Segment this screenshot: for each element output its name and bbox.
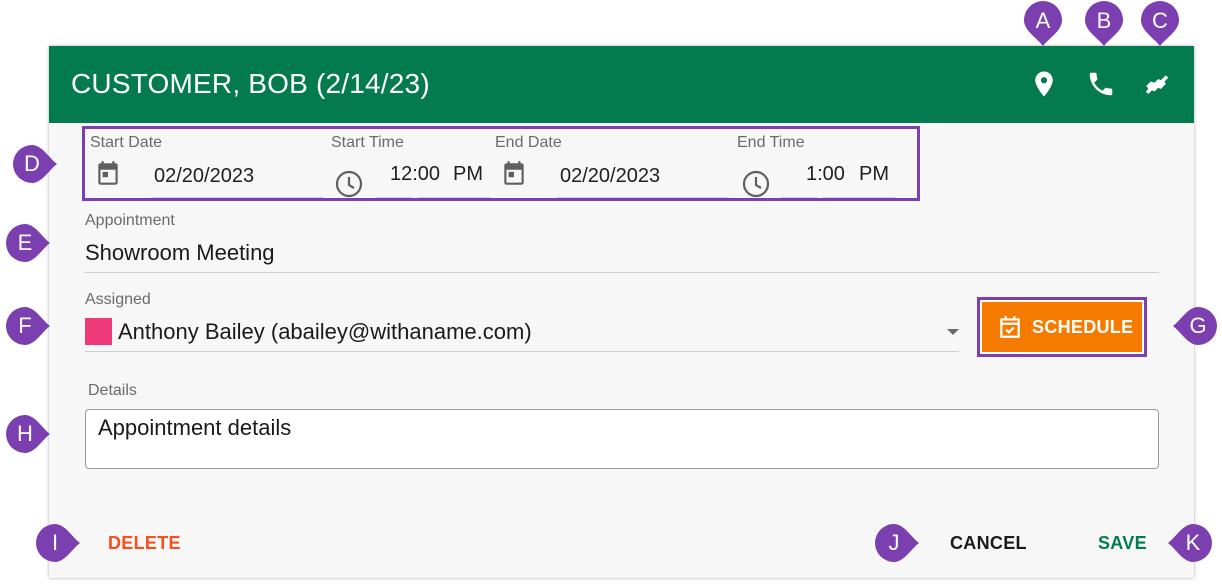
callout-letter: K	[1185, 530, 1201, 555]
schedule-button[interactable]: SCHEDULE	[982, 302, 1142, 352]
end-ampm-select[interactable]: PM	[859, 163, 889, 186]
appointment-underline	[85, 272, 1159, 273]
assigned-label: Assigned	[85, 291, 151, 308]
details-label: Details	[88, 382, 137, 399]
callout-g: G	[1170, 301, 1220, 351]
callout-letter: D	[24, 151, 40, 176]
end-date-underline	[557, 197, 729, 198]
end-date-label: End Date	[495, 134, 562, 151]
callout-letter: B	[1096, 8, 1112, 33]
callout-b: B	[1079, 0, 1129, 50]
chevron-down-icon[interactable]	[947, 329, 959, 335]
start-time-label: Start Time	[331, 134, 404, 151]
assignee-color-swatch	[85, 318, 112, 345]
clock-icon[interactable]	[334, 169, 364, 204]
start-date-label: Start Date	[90, 134, 163, 151]
callout-letter: H	[17, 421, 33, 446]
callout-letter: E	[17, 230, 33, 255]
details-textarea[interactable]: Appointment details	[85, 409, 1159, 469]
handshake-icon[interactable]	[1142, 69, 1172, 99]
end-ampm-underline	[823, 197, 895, 198]
callout-letter: G	[1189, 313, 1207, 338]
end-date-input[interactable]: 02/20/2023	[560, 165, 660, 188]
callout-j: J	[872, 518, 922, 568]
callout-letter: C	[1152, 8, 1168, 33]
calendar-icon[interactable]	[95, 160, 121, 193]
callout-letter: F	[18, 313, 32, 338]
end-time-label: End Time	[737, 134, 805, 151]
callout-c: C	[1135, 0, 1185, 50]
callout-f: F	[3, 301, 53, 351]
dialog-header: CUSTOMER, BOB (2/14/23)	[49, 46, 1194, 123]
schedule-button-label: SCHEDULE	[1032, 316, 1134, 337]
appointment-input[interactable]: Showroom Meeting	[85, 240, 275, 266]
dialog-title: CUSTOMER, BOB (2/14/23)	[71, 68, 430, 99]
callout-letter: I	[51, 530, 59, 555]
start-time-input[interactable]: 12:00	[390, 163, 440, 186]
assigned-underline	[85, 351, 959, 352]
callout-a: A	[1018, 0, 1068, 50]
end-time-underline	[781, 197, 817, 198]
callout-letter: A	[1035, 8, 1051, 33]
clock-icon[interactable]	[741, 169, 771, 204]
appointment-dialog: CUSTOMER, BOB (2/14/23) Start Date 02/20…	[49, 46, 1194, 578]
callout-h: H	[3, 409, 53, 459]
callout-letter: J	[888, 530, 900, 555]
start-time-underline	[376, 197, 412, 198]
end-time-input[interactable]: 1:00	[806, 163, 845, 186]
location-pin-icon[interactable]	[1029, 69, 1059, 99]
start-date-underline	[151, 197, 323, 198]
start-date-input[interactable]: 02/20/2023	[154, 165, 254, 188]
save-button[interactable]: SAVE	[1098, 533, 1147, 554]
calendar-icon[interactable]	[501, 160, 527, 193]
details-text: Appointment details	[98, 415, 292, 440]
assigned-select[interactable]: Anthony Bailey (abailey@withaname.com)	[118, 319, 532, 345]
callout-e: E	[3, 218, 53, 268]
appointment-label: Appointment	[85, 212, 175, 229]
calendar-check-icon	[1000, 316, 1020, 338]
cancel-button[interactable]: CANCEL	[950, 533, 1027, 554]
date-time-row: Start Date 02/20/2023 Start Time 12:00 P…	[82, 126, 920, 201]
start-ampm-underline	[418, 197, 490, 198]
start-ampm-select[interactable]: PM	[453, 163, 483, 186]
callout-i: I	[33, 518, 83, 568]
callout-d: D	[10, 139, 60, 189]
callout-k: K	[1165, 518, 1215, 568]
delete-button[interactable]: DELETE	[108, 533, 181, 554]
phone-icon[interactable]	[1086, 69, 1116, 99]
